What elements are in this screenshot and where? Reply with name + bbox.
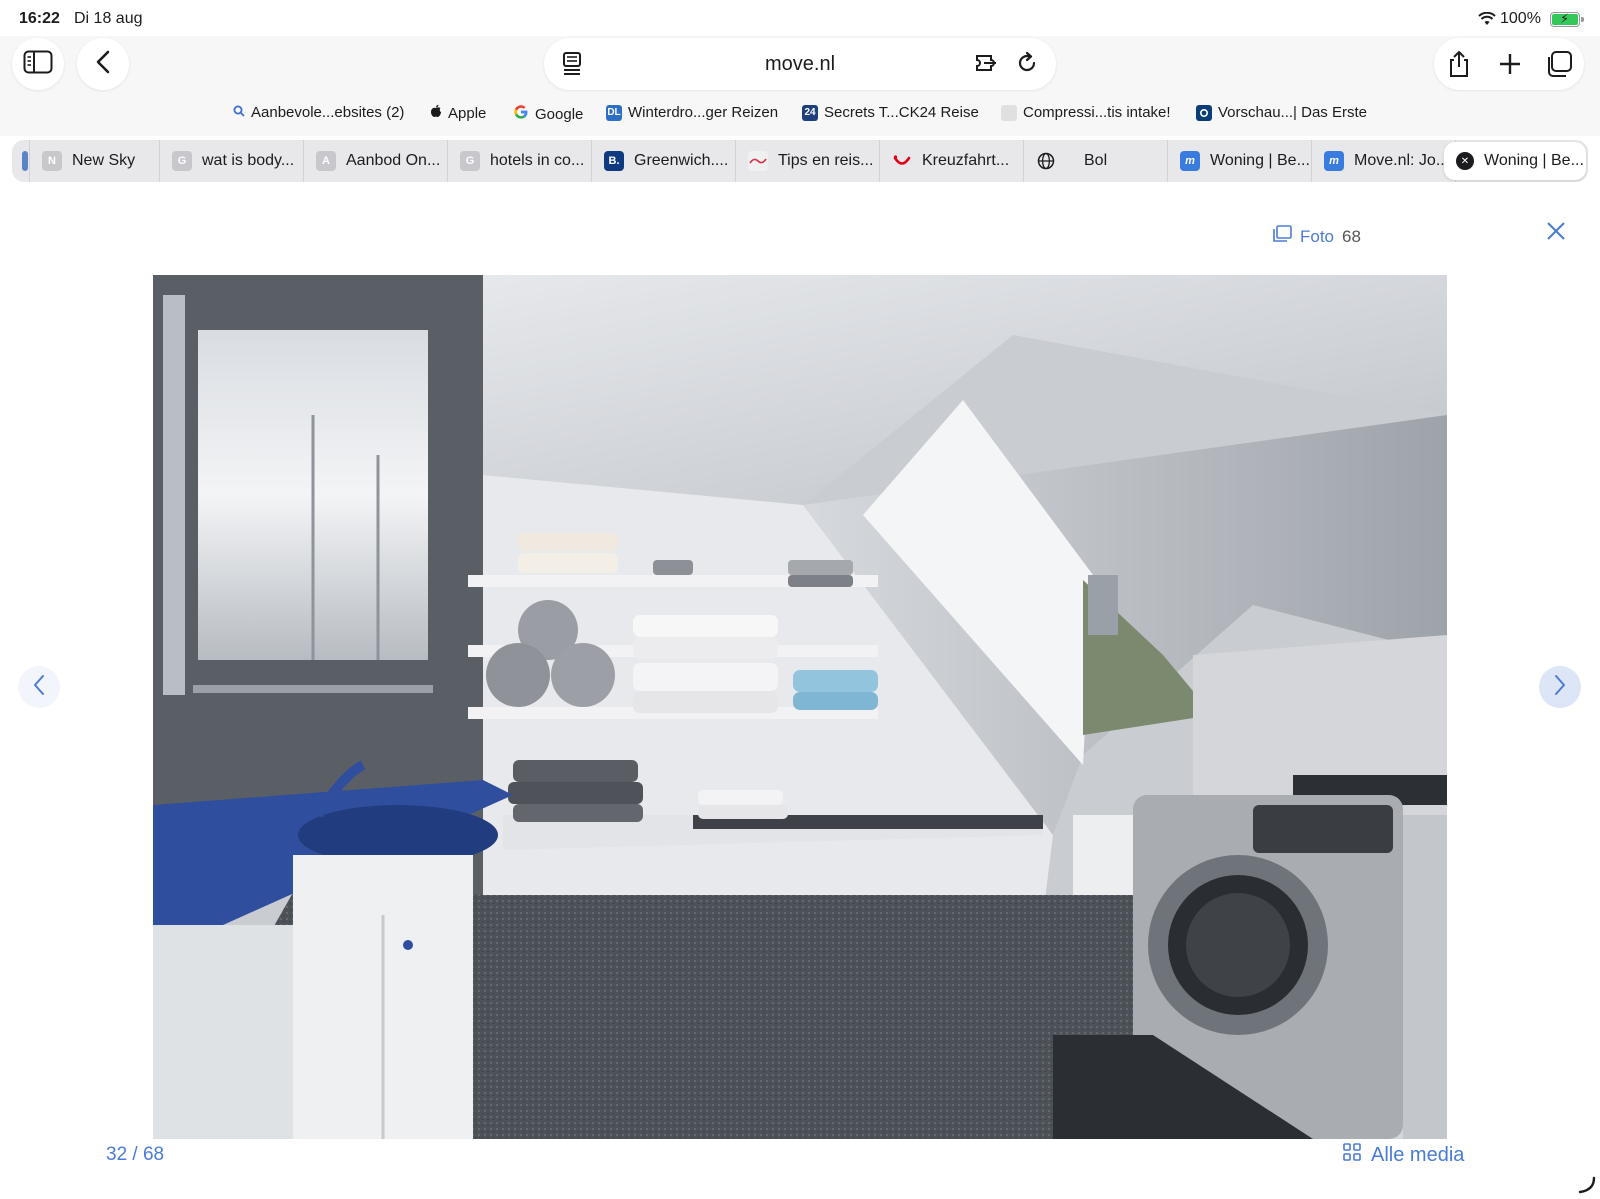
status-time: 16:22: [19, 10, 60, 27]
tab-overview-icon[interactable]: [1544, 50, 1574, 83]
address-bar[interactable]: move.nl: [544, 38, 1056, 90]
move-logo-icon: m: [1324, 151, 1344, 171]
battery-icon: ⚡: [1550, 11, 1584, 27]
tab-favicon-icon: A: [316, 151, 336, 171]
all-media-button[interactable]: Alle media: [1343, 1143, 1464, 1167]
sidebar-toggle-button[interactable]: [12, 38, 64, 90]
tab-tips-en-reis[interactable]: Tips en reis...: [736, 140, 880, 182]
apple-logo-icon: [430, 104, 442, 122]
chevron-left-icon: [32, 674, 46, 701]
tab-move-nl[interactable]: m Move.nl: Jo...: [1312, 140, 1456, 182]
tab-favicon-icon: B.: [604, 151, 624, 171]
browser-toolbar: move.nl: [0, 36, 1600, 92]
foto-count: 68: [1342, 226, 1361, 246]
tab-favicon-icon: G: [460, 151, 480, 171]
chevron-right-icon: [1553, 674, 1567, 701]
chevron-left-icon: [95, 50, 111, 79]
magnifier-icon: [233, 104, 245, 121]
gallery-photo[interactable]: [153, 275, 1447, 1139]
wifi-icon: [1478, 11, 1496, 31]
previous-photo-button[interactable]: [18, 666, 60, 708]
reload-icon[interactable]: [1015, 51, 1039, 80]
google-logo-icon: [513, 104, 529, 124]
grid-icon: [1343, 1143, 1361, 1167]
tab-favicon-icon: G: [172, 151, 192, 171]
back-button[interactable]: [77, 38, 129, 90]
bathroom-photo-image: [153, 275, 1447, 1139]
tab-partial[interactable]: [12, 140, 30, 182]
favorite-item[interactable]: Compressi...tis intake!: [1001, 104, 1171, 121]
toolbar-actions: [1434, 38, 1584, 90]
tab-kreuzfahrt[interactable]: Kreuzfahrt...: [880, 140, 1024, 182]
globe-icon: [1036, 151, 1056, 171]
favorite-item[interactable]: DL Winterdro...ger Reizen: [606, 104, 778, 121]
tab-woning-active[interactable]: ✕ Woning | Be...: [1444, 142, 1586, 180]
tui-logo-icon: [892, 151, 912, 171]
tab-bol[interactable]: Bol: [1024, 140, 1168, 182]
favorite-item[interactable]: Aanbevole...ebsites (2): [233, 104, 404, 121]
battery-percentage: 100%: [1500, 10, 1541, 27]
das-erste-icon: [1196, 104, 1212, 121]
tab-favicon-icon: N: [42, 151, 62, 171]
share-icon[interactable]: [1446, 50, 1472, 83]
foto-label: Foto: [1300, 226, 1335, 246]
extension-icon[interactable]: [974, 51, 1000, 80]
loading-spinner-icon: [1578, 1176, 1596, 1199]
gallery-page: Foto 68 32 / 68 Alle media: [0, 186, 1600, 1199]
favorite-item[interactable]: Apple: [430, 104, 486, 122]
favorites-bar: Aanbevole...ebsites (2) Apple Google DL …: [0, 92, 1600, 136]
close-icon: [1545, 222, 1567, 246]
status-date: Di 18 aug: [74, 10, 143, 27]
ck24-logo-icon: 24: [802, 104, 818, 121]
tab-new-sky[interactable]: N New Sky: [30, 140, 160, 182]
tab-bar: N New Sky G wat is body... A Aanbod On..…: [12, 140, 1588, 182]
foto-counter[interactable]: Foto 68: [1272, 225, 1361, 248]
new-tab-icon[interactable]: [1497, 50, 1523, 83]
next-photo-button[interactable]: [1539, 666, 1581, 708]
favorite-item[interactable]: Google: [513, 104, 583, 124]
tab-favicon-icon: [22, 151, 28, 171]
site-icon: [1001, 104, 1017, 121]
favorite-item[interactable]: 24 Secrets T...CK24 Reise: [802, 104, 979, 121]
dl-logo-icon: DL: [606, 104, 622, 121]
tab-hotels[interactable]: G hotels in co...: [448, 140, 592, 182]
tab-wat-is-body[interactable]: G wat is body...: [160, 140, 304, 182]
tab-favicon-icon: [748, 151, 768, 171]
favorite-item[interactable]: Vorschau...| Das Erste: [1196, 104, 1367, 121]
photos-icon: [1272, 225, 1292, 248]
status-bar: 16:22 Di 18 aug 100% ⚡: [0, 0, 1600, 36]
tab-greenwich[interactable]: B. Greenwich....: [592, 140, 736, 182]
sidebar-icon: [23, 50, 53, 79]
move-logo-icon: m: [1180, 151, 1200, 171]
tab-aanbod[interactable]: A Aanbod On...: [304, 140, 448, 182]
tab-woning-1[interactable]: m Woning | Be...: [1168, 140, 1312, 182]
photo-pager: 32 / 68: [106, 1144, 165, 1165]
close-tab-icon[interactable]: ✕: [1456, 152, 1474, 170]
close-gallery-button[interactable]: [1545, 220, 1567, 247]
